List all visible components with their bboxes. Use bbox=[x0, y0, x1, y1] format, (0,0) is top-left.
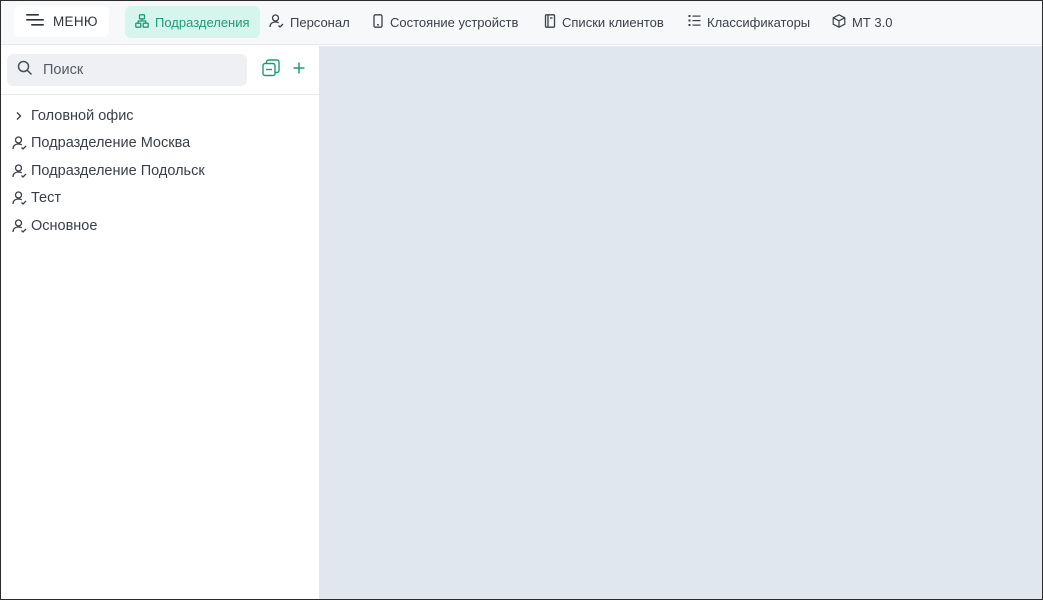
tree-item-label: Головной офис bbox=[31, 107, 134, 124]
tab-label: Состояние устройств bbox=[390, 14, 519, 30]
tab-label: Персонал bbox=[290, 14, 350, 30]
tree-item-golovnoy-ofis[interactable]: Головной офис bbox=[1, 102, 319, 130]
plus-icon bbox=[292, 61, 306, 80]
tab-label: МТ 3.0 bbox=[852, 14, 893, 30]
tab-sostoyanie-ustroystv[interactable]: Состояние устройств bbox=[362, 6, 528, 38]
tree-item-podrazdelenie-moskva[interactable]: Подразделение Москва bbox=[1, 130, 319, 158]
book-icon bbox=[544, 13, 556, 31]
tab-klassifikatory[interactable]: Классификаторы bbox=[678, 6, 820, 38]
tree-item-label: Подразделение Москва bbox=[31, 135, 191, 152]
collapse-all-button[interactable] bbox=[261, 58, 281, 82]
sidebar: Головной офис Подразделение Москва bbox=[1, 46, 319, 599]
add-button[interactable] bbox=[289, 60, 309, 80]
org-structure-icon bbox=[135, 13, 149, 31]
collapse-all-icon bbox=[262, 58, 280, 82]
hamburger-menu-icon bbox=[26, 13, 44, 30]
tree-item-podrazdelenie-podolsk[interactable]: Подразделение Подольск bbox=[1, 157, 319, 185]
tree-item-test[interactable]: Тест bbox=[1, 185, 319, 213]
search-input[interactable] bbox=[43, 62, 223, 78]
user-icon bbox=[11, 135, 27, 151]
app-window: МЕНЮ Подразделения Персонал Состояние ус… bbox=[0, 0, 1043, 600]
user-icon bbox=[269, 13, 284, 31]
menu-button[interactable]: МЕНЮ bbox=[14, 6, 109, 37]
tree-item-label: Основное bbox=[31, 217, 98, 234]
top-navigation-bar: МЕНЮ Подразделения Персонал Состояние ус… bbox=[1, 1, 1042, 45]
tab-label: Подразделения bbox=[155, 14, 250, 30]
cube-icon bbox=[832, 13, 846, 31]
sidebar-divider bbox=[1, 94, 319, 95]
user-icon bbox=[11, 218, 27, 234]
tree-item-label: Тест bbox=[31, 190, 61, 207]
tree-item-osnovnoe[interactable]: Основное bbox=[1, 212, 319, 240]
chevron-right-icon[interactable] bbox=[11, 108, 27, 124]
tree-item-label: Подразделение Подольск bbox=[31, 162, 205, 179]
tab-podrazdeleniya[interactable]: Подразделения bbox=[125, 6, 260, 38]
user-icon bbox=[11, 190, 27, 206]
main-content-area bbox=[319, 46, 1042, 599]
tab-mt-3[interactable]: МТ 3.0 bbox=[822, 6, 902, 38]
list-icon bbox=[688, 14, 701, 30]
tab-label: Классификаторы bbox=[707, 14, 811, 30]
tab-spiski-klientov[interactable]: Списки клиентов bbox=[534, 6, 674, 38]
tab-personal[interactable]: Персонал bbox=[259, 6, 360, 38]
department-tree: Головной офис Подразделение Москва Подра… bbox=[1, 102, 319, 240]
menu-button-label: МЕНЮ bbox=[53, 14, 98, 29]
user-icon bbox=[11, 163, 27, 179]
search-box bbox=[7, 54, 247, 86]
search-icon bbox=[17, 60, 33, 81]
tab-label: Списки клиентов bbox=[562, 14, 664, 30]
mobile-device-icon bbox=[372, 13, 384, 31]
